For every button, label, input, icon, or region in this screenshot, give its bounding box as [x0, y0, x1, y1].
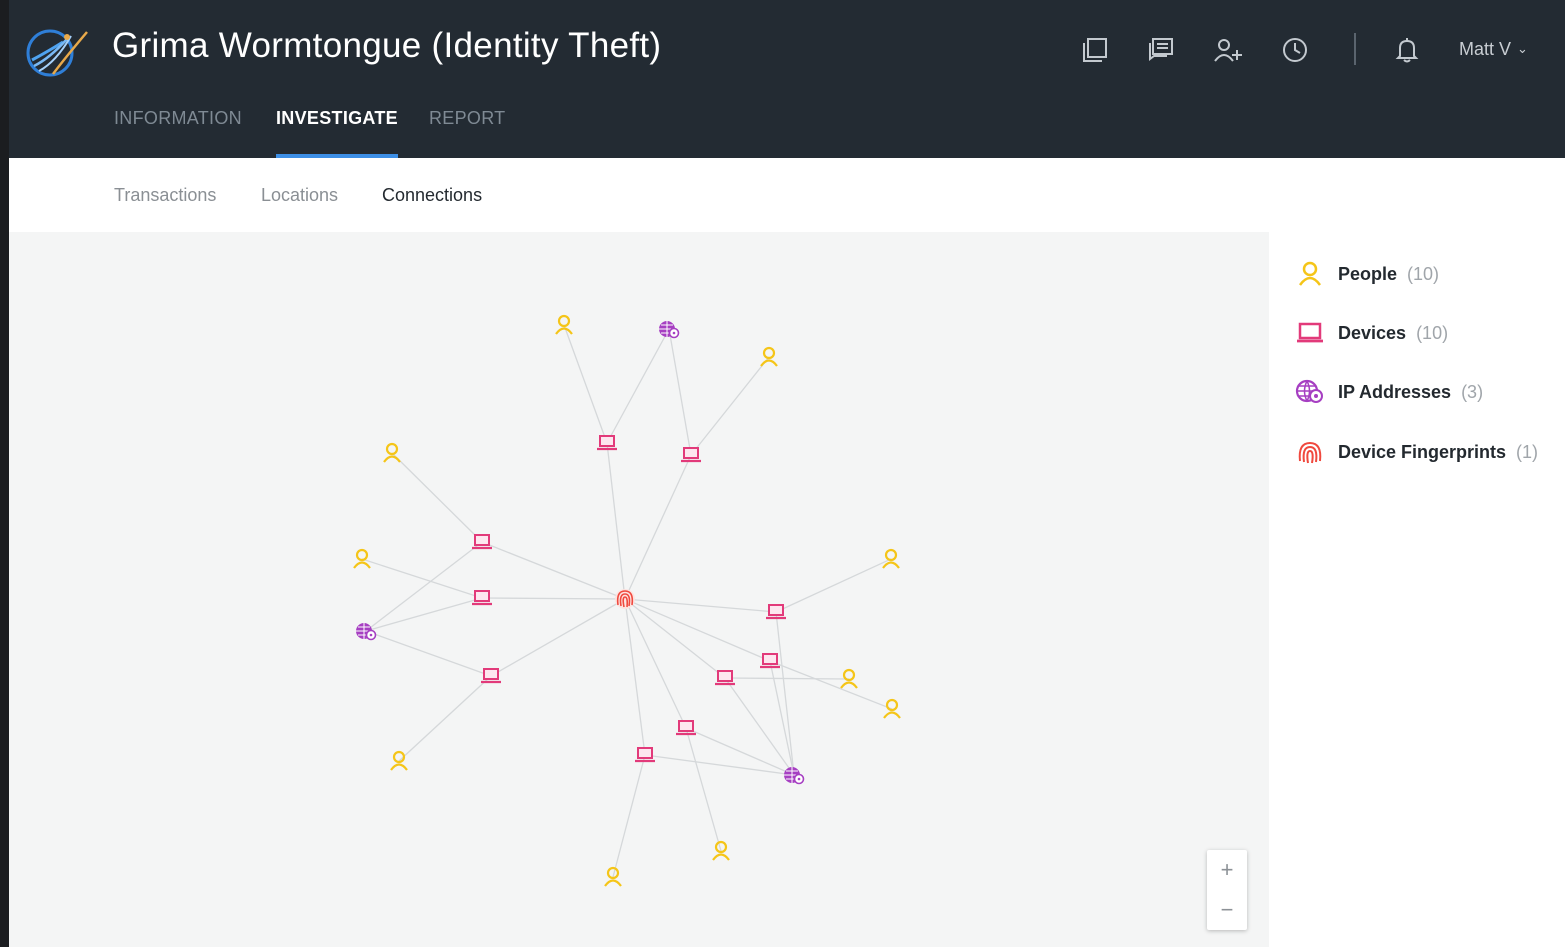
graph-edge — [685, 727, 722, 852]
header-actions: Matt V ⌄ — [9, 30, 1565, 70]
device-node[interactable] — [758, 652, 782, 669]
graph-edge — [624, 598, 771, 662]
comments-button[interactable] — [1143, 30, 1179, 70]
tab-investigate[interactable]: INVESTIGATE — [276, 108, 398, 158]
graph-edge — [775, 558, 892, 613]
tab-report[interactable]: REPORT — [429, 108, 505, 158]
legend-label: Device Fingerprints — [1338, 441, 1507, 462]
copy-icon — [1083, 38, 1107, 62]
fingerprint-icon — [1298, 441, 1322, 464]
graph-edge — [624, 598, 777, 613]
device-node[interactable] — [633, 746, 657, 763]
user-menu[interactable]: Matt V ⌄ — [1459, 39, 1528, 60]
tab-information[interactable]: INFORMATION — [114, 108, 242, 158]
zoom-control: + − — [1207, 850, 1247, 930]
graph-edge — [612, 754, 646, 878]
subtab-locations[interactable]: Locations — [261, 185, 338, 206]
person-node[interactable] — [759, 346, 779, 368]
graph-edge — [365, 597, 483, 632]
legend-label: Devices — [1338, 322, 1407, 343]
chevron-down-icon: ⌄ — [1517, 41, 1528, 56]
person-node[interactable] — [711, 840, 731, 862]
graph-edge — [624, 454, 692, 600]
graph-edge — [775, 611, 795, 776]
sub-navigation: Transactions Locations Connections — [9, 158, 1565, 232]
legend-count: (3) — [1461, 381, 1484, 402]
zoom-out-button[interactable]: − — [1207, 890, 1247, 930]
graph-edge — [398, 675, 492, 762]
bell-icon — [1395, 38, 1419, 63]
notifications-button[interactable] — [1389, 30, 1425, 70]
graph-edge — [563, 324, 608, 444]
graph-edge — [481, 597, 626, 600]
laptop-icon — [1297, 322, 1323, 343]
legend-label: People — [1338, 263, 1398, 284]
legend-item-devices[interactable]: Devices (10) — [1295, 318, 1448, 348]
device-node[interactable] — [470, 533, 494, 550]
legend-count: (10) — [1416, 322, 1449, 343]
person-node[interactable] — [382, 442, 402, 464]
graph-edge — [365, 630, 492, 677]
graph-edge — [624, 598, 726, 679]
zoom-in-button[interactable]: + — [1207, 850, 1247, 890]
subtab-transactions[interactable]: Transactions — [114, 185, 216, 206]
graph-edge — [606, 442, 626, 600]
graph-edge — [724, 677, 850, 680]
graph-edge — [668, 328, 692, 456]
device-node[interactable] — [470, 589, 494, 606]
fingerprint-node[interactable] — [614, 588, 636, 610]
add-user-button[interactable] — [1210, 30, 1246, 70]
legend-count: (10) — [1407, 263, 1440, 284]
device-node[interactable] — [674, 719, 698, 736]
legend-item-ip-addresses[interactable]: IP Addresses (3) — [1295, 377, 1483, 407]
network-graph-canvas[interactable] — [9, 232, 1269, 947]
person-node[interactable] — [603, 866, 623, 888]
legend-item-people[interactable]: People (10) — [1295, 259, 1439, 289]
graph-edge — [361, 558, 483, 599]
app-window: Grima Wormtongue (Identity Theft) Matt V… — [9, 0, 1565, 947]
copy-button[interactable] — [1077, 30, 1113, 70]
legend-label: IP Addresses — [1338, 381, 1452, 402]
top-bar: Grima Wormtongue (Identity Theft) Matt V… — [9, 0, 1565, 158]
device-node[interactable] — [679, 446, 703, 463]
ip-address-node[interactable] — [783, 766, 805, 785]
graph-edge — [606, 328, 670, 444]
ip-address-node[interactable] — [658, 320, 680, 339]
person-node[interactable] — [389, 750, 409, 772]
legend-panel: People (10) Devices (10) IP Addresses (3… — [1269, 232, 1565, 947]
legend-count: (1) — [1516, 441, 1539, 462]
graph-edge — [769, 660, 893, 710]
graph-edge — [481, 541, 626, 600]
legend-item-device-fingerprints[interactable]: Device Fingerprints (1) — [1295, 437, 1538, 467]
graph-edge — [490, 598, 626, 677]
comments-icon — [1149, 38, 1173, 61]
person-node[interactable] — [882, 698, 902, 720]
person-node[interactable] — [554, 314, 574, 336]
person-node[interactable] — [881, 548, 901, 570]
history-icon — [1283, 38, 1307, 62]
graph-edge — [391, 452, 483, 543]
add-user-icon — [1214, 39, 1242, 62]
person-icon — [1298, 261, 1322, 286]
header-divider — [1354, 33, 1356, 65]
ip-globe-icon — [1295, 379, 1323, 403]
device-node[interactable] — [713, 669, 737, 686]
graph-edge — [365, 541, 483, 632]
graph-edge — [690, 356, 770, 456]
person-node[interactable] — [352, 548, 372, 570]
subtab-connections[interactable]: Connections — [382, 185, 482, 206]
graph-edge — [624, 598, 646, 756]
connections-graph[interactable]: + − — [9, 232, 1269, 947]
device-node[interactable] — [479, 667, 503, 684]
user-name: Matt V — [1459, 39, 1512, 59]
history-button[interactable] — [1277, 30, 1313, 70]
graph-edge — [624, 598, 687, 729]
